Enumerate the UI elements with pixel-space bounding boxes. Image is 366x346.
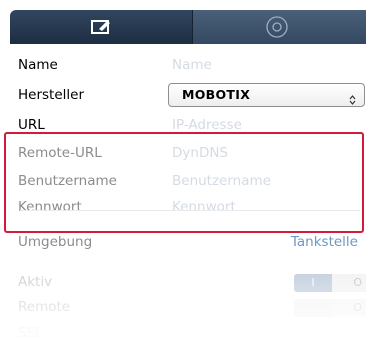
username-row: Benutzername Benutzername [10,168,366,194]
tab-bar [0,6,366,46]
name-row: Name Name [10,52,366,78]
remote-url-input[interactable]: DynDNS [172,140,228,166]
active-label: Aktiv [18,274,53,290]
toggle-off: O [332,274,366,292]
edit-icon [90,18,112,40]
active-toggle[interactable]: I O [294,274,366,292]
remote-url-row: Remote-URL DynDNS [10,140,366,166]
remote-row: Remote O [10,294,366,320]
disc-icon [265,15,289,43]
environment-row[interactable]: Umgebung Tankstelle [10,229,366,255]
toggle-on [294,299,332,317]
password-label: Kennwort [18,199,82,215]
toggle-on: I [294,274,332,292]
tab-disc[interactable] [192,10,366,44]
active-row: Aktiv I O [10,269,366,295]
tab-edit[interactable] [10,10,192,44]
manufacturer-row: Hersteller MOBOTIX [10,82,366,108]
remote-url-label: Remote-URL [18,145,102,161]
toggle-off: O [332,299,366,317]
manufacturer-value: MOBOTIX [182,87,251,102]
username-input[interactable]: Benutzername [172,168,271,194]
environment-label: Umgebung [18,234,93,250]
password-input[interactable]: Kennwort [172,194,236,220]
name-label: Name [18,57,58,73]
remote-label: Remote [18,299,71,315]
manufacturer-label: Hersteller [18,87,84,103]
divider [20,210,360,211]
username-label: Benutzername [18,173,117,189]
camera-form: Name Name Hersteller MOBOTIX URL IP-Adre… [0,46,366,341]
ssl-row: SSL [10,320,366,346]
environment-value[interactable]: Tankstelle [291,229,358,255]
password-row: Kennwort Kennwort [10,194,366,220]
ssl-label: SSL [18,325,43,341]
manufacturer-select[interactable]: MOBOTIX [168,83,365,107]
updown-arrows-icon [349,90,356,112]
remote-toggle[interactable]: O [294,299,366,317]
name-input[interactable]: Name [172,52,212,78]
